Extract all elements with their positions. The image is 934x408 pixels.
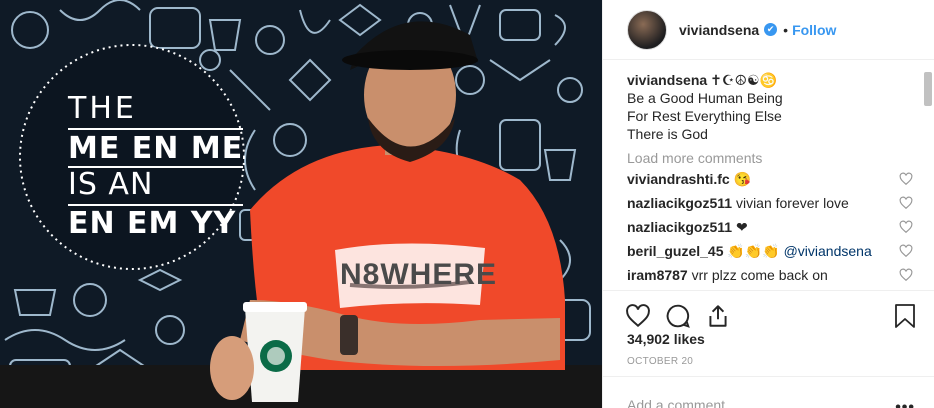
- like-comment-heart-icon[interactable]: [899, 172, 913, 186]
- follow-button[interactable]: Follow: [792, 22, 836, 38]
- comment-text: ❤: [735, 218, 748, 235]
- comment-row: iram8787 vrr plzz come back on: [627, 263, 913, 287]
- comments-scrollbar[interactable]: [924, 72, 932, 106]
- caption-line: Be a Good Human Being: [627, 90, 783, 106]
- post-header: viviandsena ✔ • Follow: [603, 0, 934, 60]
- post-sidebar: viviandsena ✔ • Follow viviandsena ✝☪☮☯♋ …: [602, 0, 934, 408]
- caption-line: For Rest Everything Else: [627, 108, 782, 124]
- post-caption: viviandsena ✝☪☮☯♋ Be a Good Human Being F…: [627, 71, 911, 143]
- comments-list[interactable]: viviandsena ✝☪☮☯♋ Be a Good Human Being F…: [603, 61, 934, 289]
- comment-icon[interactable]: [665, 303, 691, 329]
- post-image[interactable]: N8WHERE THE ME EN ME IS AN EN EM YY: [0, 0, 602, 408]
- comment-username[interactable]: viviandrashti.fc: [627, 171, 730, 187]
- comment-username[interactable]: nazliacikgoz511: [627, 195, 732, 211]
- post-date: OCTOBER 20: [627, 356, 694, 367]
- comment-username[interactable]: nazliacikgoz511: [627, 219, 732, 235]
- quote-line-2: ME EN ME: [68, 128, 244, 166]
- comment-text: vrr plzz come back on: [691, 267, 828, 283]
- quote-line-3: IS AN: [68, 166, 244, 202]
- comment-text: 👏👏👏: [727, 242, 780, 259]
- comment-row: viviandrashti.fc 😘: [627, 167, 913, 191]
- like-comment-heart-icon[interactable]: [899, 196, 913, 210]
- like-comment-heart-icon[interactable]: [899, 244, 913, 258]
- comment-row: nazliacikgoz511 ❤: [627, 215, 913, 239]
- like-comment-heart-icon[interactable]: [899, 268, 913, 282]
- like-comment-heart-icon[interactable]: [899, 220, 913, 234]
- shirt-print: N8WHERE: [340, 258, 497, 291]
- likes-count[interactable]: 34,902 likes: [627, 331, 705, 347]
- bookmark-icon[interactable]: [893, 303, 917, 329]
- verified-icon: ✔: [764, 23, 778, 36]
- avatar[interactable]: [627, 9, 667, 50]
- quote-line-4: EN EM YY: [68, 204, 244, 242]
- caption-symbols: ✝☪☮☯♋: [710, 72, 777, 88]
- comment-username[interactable]: iram8787: [627, 267, 688, 283]
- caption-line: There is God: [627, 126, 708, 142]
- caption-username[interactable]: viviandsena: [627, 72, 707, 88]
- add-comment-placeholder: Add a comment…: [627, 397, 740, 408]
- comment-username[interactable]: beril_guzel_45: [627, 243, 724, 259]
- comment-text: 😘: [733, 170, 752, 187]
- comment-row: nazliacikgoz511 vivian forever love: [627, 191, 913, 215]
- comment-mention[interactable]: @viviandsena: [784, 243, 872, 259]
- share-icon[interactable]: [705, 303, 731, 329]
- comment-text: vivian forever love: [735, 195, 849, 211]
- more-icon[interactable]: •••: [895, 399, 915, 408]
- heart-icon[interactable]: [625, 303, 651, 329]
- load-more-comments-button[interactable]: Load more comments: [627, 149, 911, 167]
- overlay-quote: THE ME EN ME IS AN EN EM YY: [68, 91, 244, 242]
- quote-line-1: THE: [68, 91, 137, 126]
- add-comment-field[interactable]: Add a comment… •••: [603, 376, 934, 408]
- header-username[interactable]: viviandsena: [679, 22, 759, 38]
- comment-row: beril_guzel_45 👏👏👏 @viviandsena: [627, 239, 913, 263]
- header-separator: •: [783, 21, 789, 38]
